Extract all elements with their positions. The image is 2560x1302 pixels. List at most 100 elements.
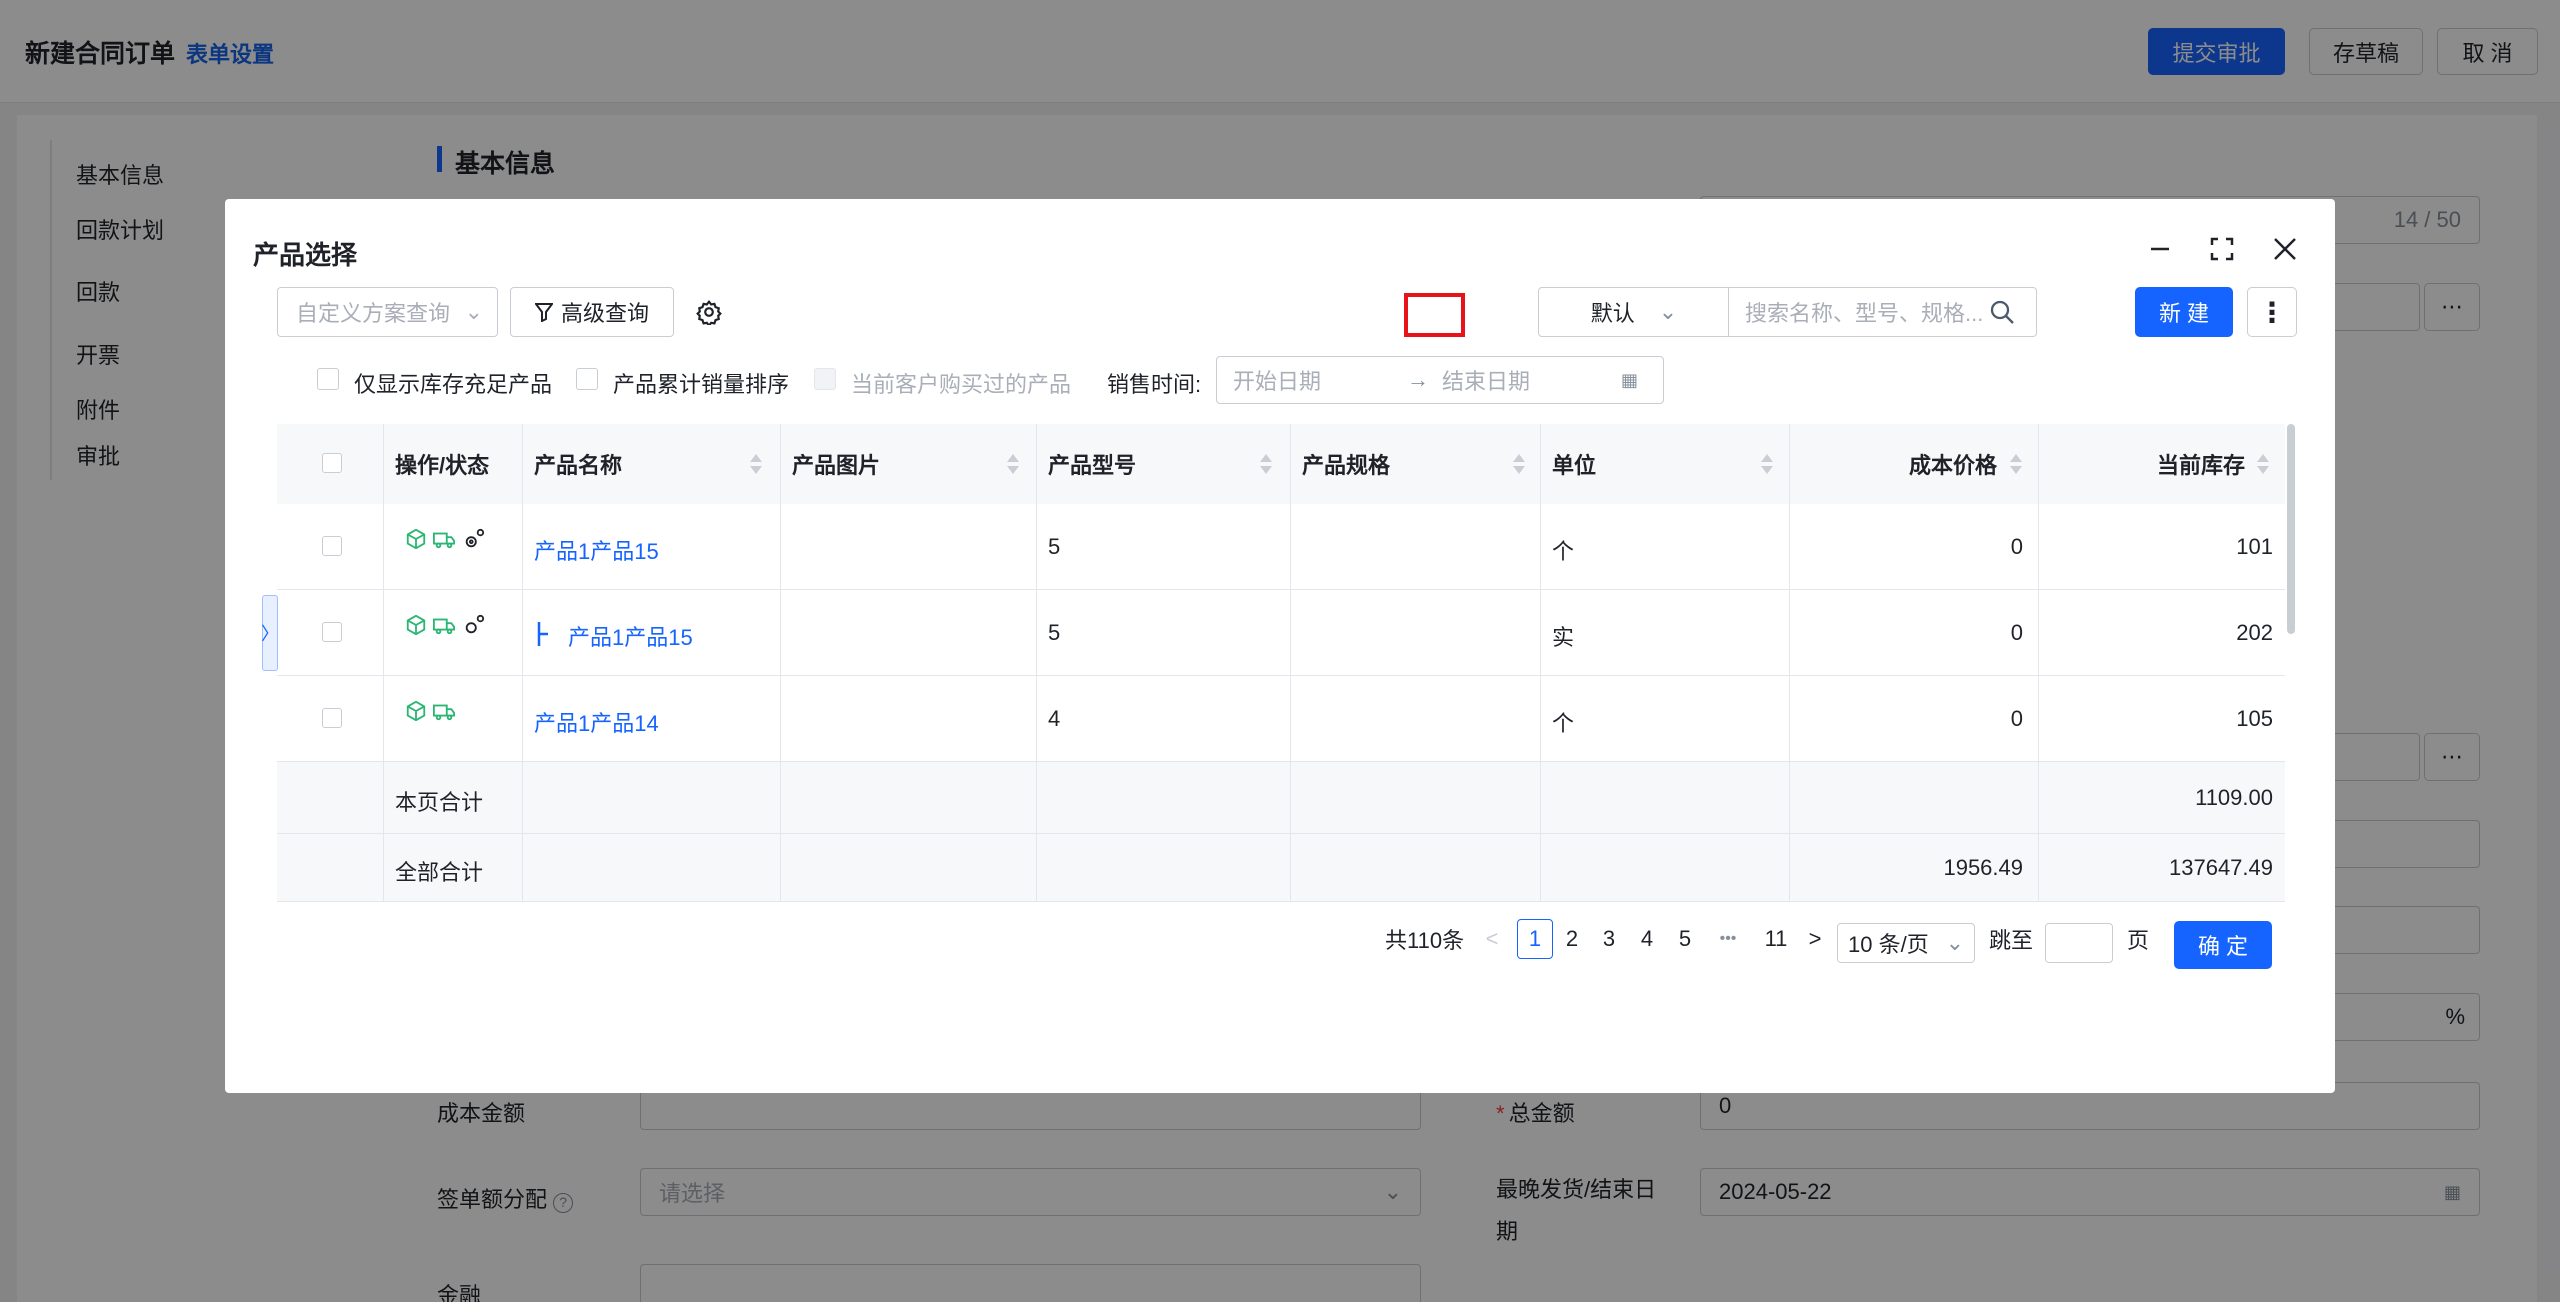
- col-operation-status: 操作/状态: [395, 453, 490, 478]
- start-date-input[interactable]: 开始日期: [1233, 364, 1321, 396]
- settings-icon[interactable]: [463, 614, 485, 636]
- jump-page-input[interactable]: [2045, 923, 2113, 963]
- page-unit-label: 页: [2127, 928, 2150, 953]
- sort-icon[interactable]: [1513, 454, 1525, 476]
- pagination-total: 共110条: [1385, 928, 1465, 953]
- chevron-down-icon: ⌄: [1658, 299, 1678, 324]
- row-checkbox[interactable]: [322, 708, 342, 728]
- page-1[interactable]: 1: [1517, 919, 1553, 959]
- calendar-icon: ▦: [1621, 369, 1639, 390]
- current-stock: 202: [2236, 620, 2273, 645]
- col-product-model[interactable]: 产品型号: [1048, 424, 1136, 504]
- expand-panel-handle[interactable]: 〉: [261, 595, 279, 671]
- highlight-box: [1404, 293, 1465, 337]
- product-model: 5: [1048, 534, 1061, 559]
- page-total-stock: 1109.00: [2195, 785, 2273, 810]
- sort-by-sales-label[interactable]: 产品累计销量排序: [613, 367, 789, 399]
- end-date-input[interactable]: 结束日期: [1442, 364, 1530, 396]
- box-icon[interactable]: [405, 614, 427, 636]
- product-unit: 实: [1552, 625, 1575, 650]
- product-name-link[interactable]: 产品1产品15: [534, 534, 659, 566]
- page-total-row: 本页合计 1109.00: [277, 762, 2285, 834]
- pagination-confirm-button[interactable]: 确 定: [2174, 921, 2272, 969]
- page-5[interactable]: 5: [1667, 919, 1703, 959]
- col-product-spec[interactable]: 产品规格: [1302, 424, 1390, 504]
- fullscreen-icon[interactable]: [2202, 229, 2242, 269]
- prev-page-button[interactable]: <: [1480, 919, 1504, 959]
- row-checkbox[interactable]: [322, 536, 342, 556]
- table-row[interactable]: 产品1产品15 5 实 0 202: [277, 590, 2285, 676]
- truck-icon[interactable]: [433, 614, 455, 636]
- all-total-label: 全部合计: [395, 860, 484, 885]
- product-model: 5: [1048, 620, 1061, 645]
- box-icon[interactable]: [405, 528, 427, 550]
- col-product-name[interactable]: 产品名称: [534, 424, 622, 504]
- product-model: 4: [1048, 706, 1061, 731]
- all-total-cost: 1956.49: [1943, 855, 2023, 880]
- minimize-icon[interactable]: [2140, 229, 2180, 269]
- all-total-stock: 137647.49: [2169, 855, 2273, 880]
- col-product-image[interactable]: 产品图片: [792, 424, 880, 504]
- box-icon[interactable]: [405, 700, 427, 722]
- sort-select[interactable]: 默认 ⌄: [1538, 287, 1730, 337]
- current-stock: 101: [2236, 534, 2273, 559]
- page-4[interactable]: 4: [1629, 919, 1665, 959]
- col-current-stock[interactable]: 当前库存: [2157, 424, 2245, 504]
- current-stock: 105: [2236, 706, 2273, 731]
- cost-price: 0: [2010, 534, 2023, 559]
- sales-time-label: 销售时间:: [1107, 372, 1202, 397]
- settings-icon[interactable]: [463, 528, 485, 550]
- only-in-stock-label[interactable]: 仅显示库存充足产品: [354, 367, 552, 399]
- sort-by-sales-checkbox[interactable]: [576, 368, 598, 390]
- bought-by-customer-checkbox: [814, 368, 836, 390]
- page-total-label: 本页合计: [395, 790, 484, 815]
- filter-icon: [534, 303, 553, 322]
- product-unit: 个: [1552, 711, 1575, 736]
- jump-to-label: 跳至: [1989, 928, 2034, 953]
- cost-price: 0: [2010, 620, 2023, 645]
- row-checkbox[interactable]: [322, 622, 342, 642]
- only-in-stock-checkbox[interactable]: [317, 368, 339, 390]
- page-2[interactable]: 2: [1554, 919, 1590, 959]
- close-icon[interactable]: [2265, 229, 2305, 269]
- col-unit[interactable]: 单位: [1552, 424, 1596, 504]
- page-11[interactable]: 11: [1756, 919, 1796, 959]
- scheme-query-select[interactable]: 自定义方案查询 ⌄: [277, 287, 498, 337]
- sort-icon[interactable]: [2257, 454, 2269, 476]
- table-scrollbar-thumb[interactable]: [2287, 424, 2295, 634]
- modal-title: 产品选择: [253, 240, 358, 270]
- col-cost-price[interactable]: 成本价格: [1909, 424, 1997, 504]
- page-ellipsis[interactable]: •••: [1710, 919, 1746, 959]
- truck-icon[interactable]: [433, 700, 455, 722]
- new-product-button[interactable]: 新 建: [2135, 287, 2233, 337]
- bought-by-customer-label: 当前客户购买过的产品: [851, 372, 1072, 397]
- product-table: 操作/状态 产品名称 产品图片 产品型号 产品规格 单位 成本价格 当前库存 产…: [277, 424, 2285, 902]
- sort-icon[interactable]: [1007, 454, 1019, 476]
- select-all-checkbox[interactable]: [322, 453, 342, 473]
- next-page-button[interactable]: >: [1803, 919, 1827, 959]
- sort-icon[interactable]: [1761, 454, 1773, 476]
- product-select-modal: 产品选择 自定义方案查询 ⌄ 高级查询 默认 ⌄ 搜索名称、型号、规格... 新 建…: [225, 199, 2335, 1093]
- truck-icon[interactable]: [433, 528, 455, 550]
- arrow-right-icon: →: [1407, 367, 1429, 392]
- advanced-query-button[interactable]: 高级查询: [510, 287, 674, 337]
- sort-icon[interactable]: [750, 454, 762, 476]
- table-header: 操作/状态 产品名称 产品图片 产品型号 产品规格 单位 成本价格 当前库存: [277, 424, 2285, 504]
- page-size-select[interactable]: 10 条/页 ⌄: [1837, 923, 1975, 963]
- search-icon[interactable]: [1988, 298, 2016, 326]
- product-name-link[interactable]: 产品1产品14: [534, 706, 659, 738]
- chevron-down-icon: ⌄: [1945, 930, 1964, 955]
- product-unit: 个: [1552, 539, 1575, 564]
- settings-gear-icon[interactable]: [696, 299, 722, 328]
- sales-date-range-picker[interactable]: 开始日期 → 结束日期 ▦: [1216, 356, 1664, 404]
- sort-icon[interactable]: [1260, 454, 1272, 476]
- table-row[interactable]: 产品1产品14 4 个 0 105: [277, 676, 2285, 762]
- page-3[interactable]: 3: [1591, 919, 1627, 959]
- all-total-row: 全部合计 1956.49 137647.49: [277, 834, 2285, 902]
- tree-indent-icon: [537, 622, 548, 646]
- product-name-link[interactable]: 产品1产品15: [568, 620, 693, 652]
- sort-icon[interactable]: [2010, 454, 2022, 476]
- cost-price: 0: [2010, 706, 2023, 731]
- more-vertical-icon[interactable]: ⋮: [2247, 287, 2297, 337]
- table-row[interactable]: 产品1产品15 5 个 0 101: [277, 504, 2285, 590]
